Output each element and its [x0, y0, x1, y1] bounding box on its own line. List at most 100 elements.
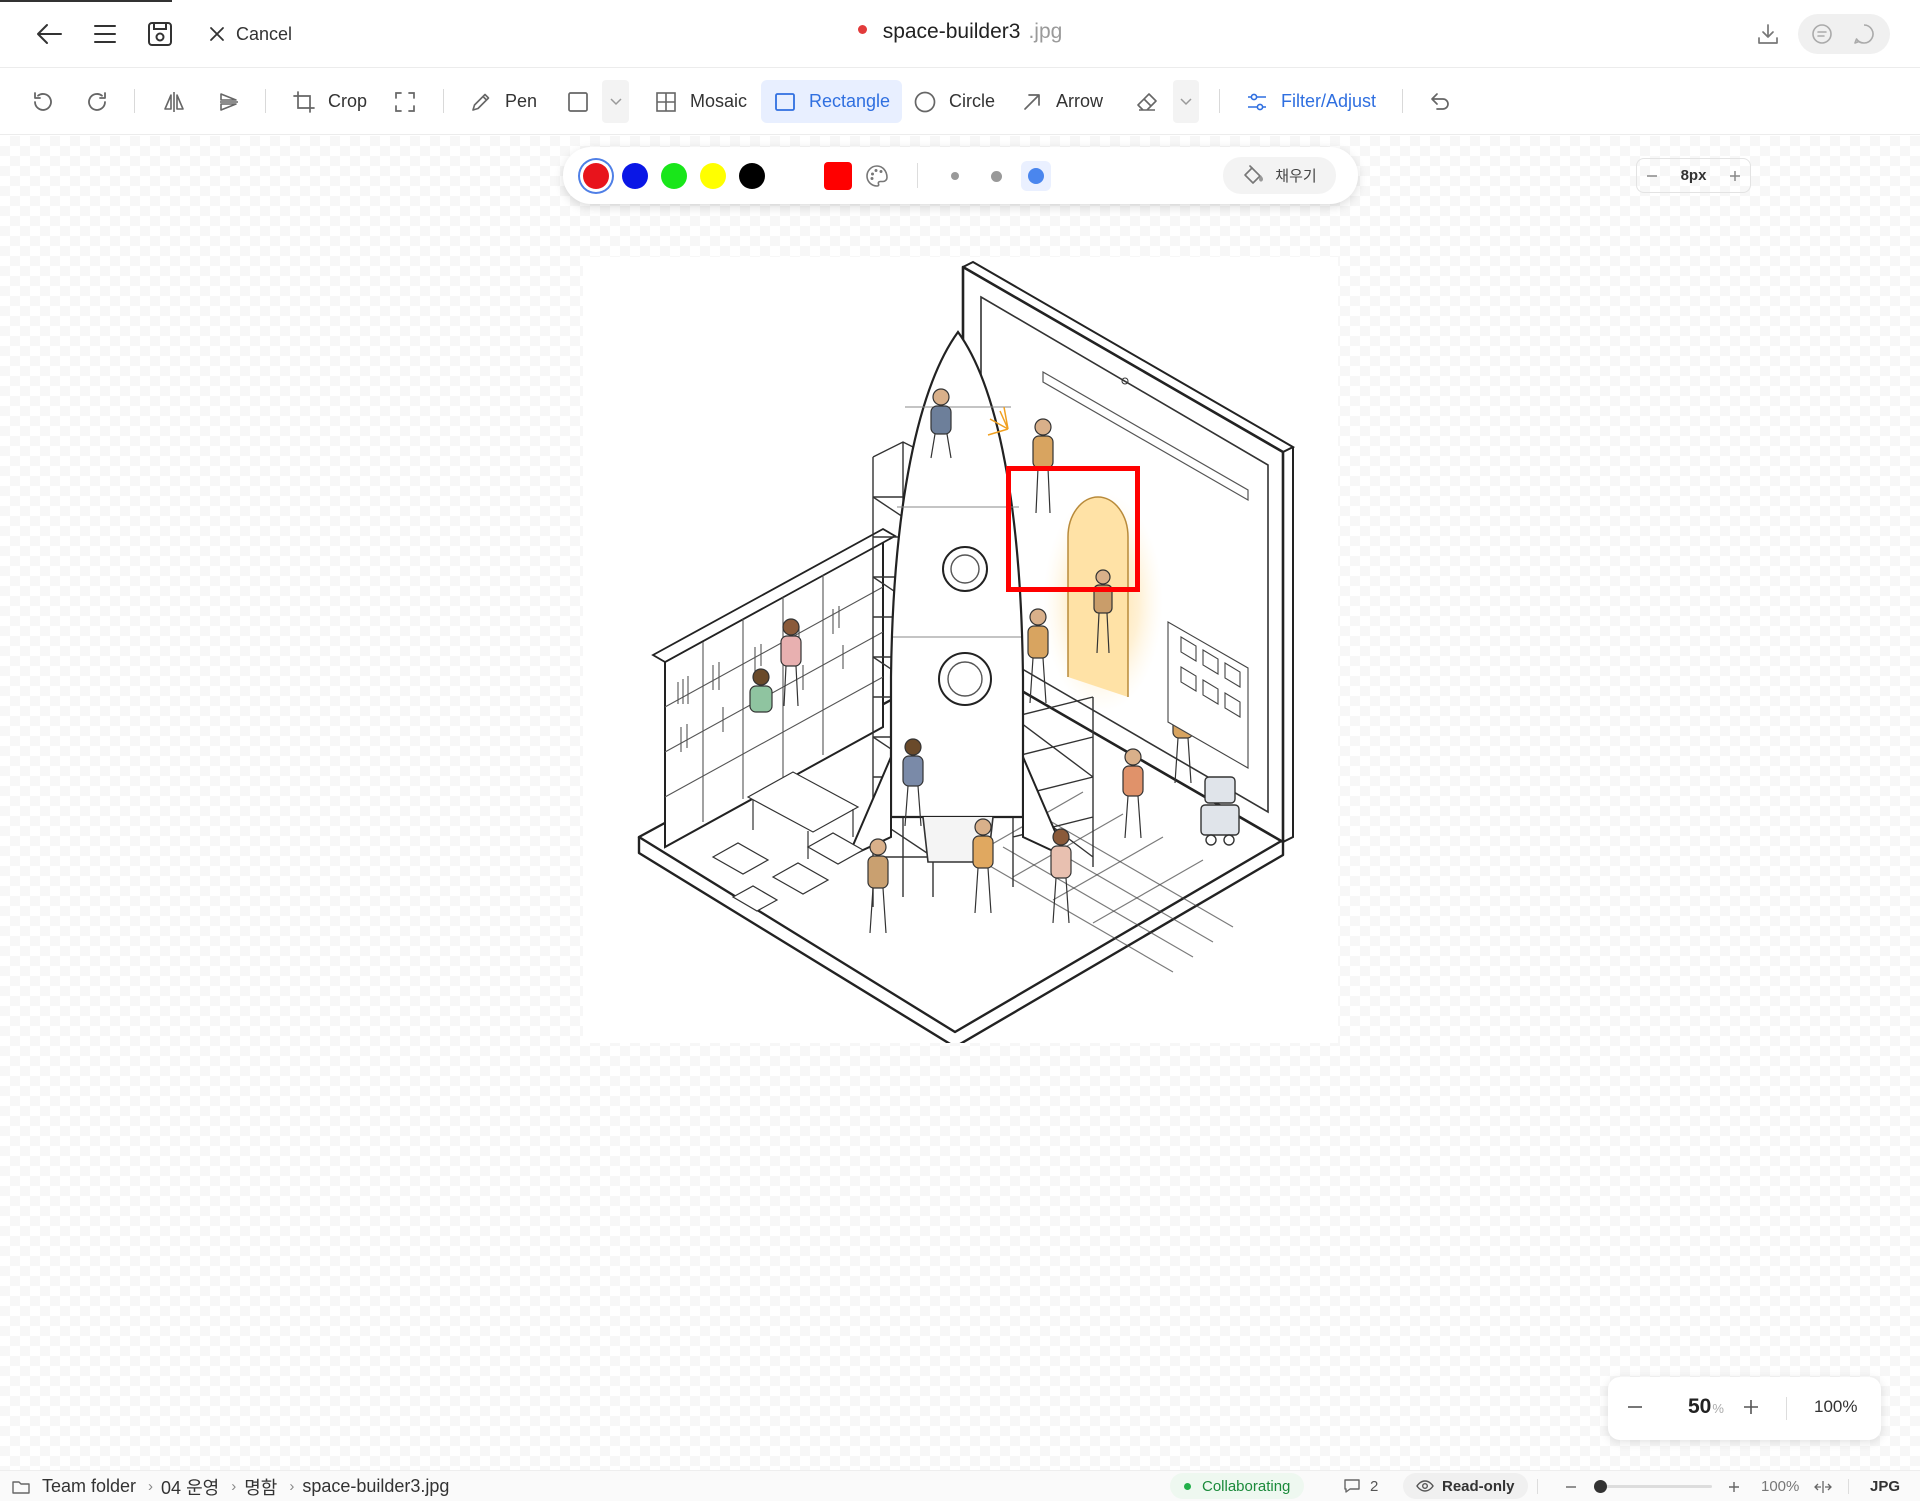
read-only-label: Read-only	[1442, 1477, 1515, 1495]
fit-width-button[interactable]	[1814, 1471, 1832, 1501]
divider	[1219, 89, 1220, 113]
color-swatch-green[interactable]	[661, 163, 687, 189]
circle-button[interactable]: Circle	[913, 80, 995, 123]
comment-icon	[1854, 24, 1874, 44]
shape-dropdown-button[interactable]	[602, 80, 629, 123]
zoom-level-value: 50	[1688, 1395, 1712, 1418]
fill-button[interactable]: 채우기	[1223, 157, 1336, 194]
comment-toggle-group	[1798, 14, 1890, 54]
revert-icon	[1431, 92, 1449, 110]
download-button[interactable]	[1753, 17, 1783, 51]
arrow-label: Arrow	[1056, 91, 1104, 111]
top-accent-line	[0, 0, 172, 2]
top-bar: Cancel space-builder3 .jpg	[0, 0, 1920, 68]
sliders-icon	[1248, 93, 1266, 110]
comment-list-icon	[1812, 24, 1832, 44]
comment-list-button[interactable]	[1810, 22, 1834, 46]
plus-icon	[1729, 170, 1740, 181]
collaborating-badge[interactable]: Collaborating	[1170, 1473, 1305, 1499]
zoom-slider-thumb[interactable]	[1594, 1480, 1607, 1493]
color-swatch-yellow[interactable]	[700, 163, 726, 189]
status-zoom-in-button[interactable]	[1727, 1471, 1741, 1501]
size-small-button[interactable]	[946, 167, 964, 185]
comment-count-button[interactable]: 2	[1343, 1473, 1378, 1499]
color-swatch-blue[interactable]	[622, 163, 648, 189]
size-decrease-button[interactable]	[1645, 169, 1659, 183]
rectangle-button[interactable]: Rectangle	[761, 80, 903, 123]
revert-button[interactable]	[1428, 80, 1464, 123]
redo-button[interactable]	[86, 80, 122, 123]
expand-icon	[395, 91, 415, 112]
breadcrumb-item[interactable]: Team folder	[42, 1476, 136, 1497]
collaborating-label: Collaborating	[1202, 1477, 1291, 1495]
mosaic-label: Mosaic	[690, 91, 748, 111]
zoom-in-button[interactable]	[1742, 1398, 1760, 1416]
zoom-slider[interactable]	[1594, 1480, 1712, 1493]
flip-horizontal-icon	[164, 91, 184, 112]
current-color-swatch[interactable]	[824, 162, 852, 190]
circle-icon	[914, 91, 936, 112]
divider	[1786, 1397, 1787, 1420]
fit-width-icon	[1814, 1480, 1832, 1493]
chevron-down-icon	[609, 97, 622, 105]
fit-screen-button[interactable]	[393, 80, 429, 123]
status-zoom-value: 100%	[1761, 1478, 1800, 1495]
file-extension: .jpg	[1028, 20, 1063, 43]
eraser-button[interactable]	[1135, 80, 1159, 123]
eraser-dropdown-button[interactable]	[1173, 80, 1199, 123]
zoom-level: 50%	[1688, 1395, 1724, 1419]
filter-adjust-label: Filter/Adjust	[1281, 91, 1377, 111]
shape-select-button[interactable]	[566, 80, 590, 123]
crop-button[interactable]: Crop	[292, 80, 367, 123]
mosaic-button[interactable]: Mosaic	[654, 80, 747, 123]
zoom-level-unit: %	[1712, 1401, 1724, 1416]
flip-vertical-button[interactable]	[217, 80, 253, 123]
pen-button[interactable]: Pen	[469, 80, 537, 123]
color-swatch-black[interactable]	[739, 163, 765, 189]
color-swatch-red[interactable]	[583, 163, 609, 189]
breadcrumb-item[interactable]: 04 운영	[161, 1474, 219, 1500]
rectangle-icon	[775, 92, 795, 111]
edited-image[interactable]	[583, 257, 1338, 1043]
minus-icon	[1566, 1485, 1576, 1488]
breadcrumb-current: space-builder3.jpg	[302, 1476, 450, 1496]
size-increase-button[interactable]	[1728, 169, 1742, 183]
unsaved-dot	[857, 24, 867, 34]
color-picker-button[interactable]	[864, 163, 890, 189]
download-icon	[1758, 24, 1778, 44]
eye-icon	[1416, 1480, 1434, 1492]
filter-adjust-button[interactable]: Filter/Adjust	[1245, 80, 1376, 123]
size-medium-button[interactable]	[986, 166, 1006, 186]
circle-label: Circle	[949, 91, 996, 111]
divider	[1537, 1479, 1538, 1494]
status-zoom-out-button[interactable]	[1564, 1471, 1578, 1501]
image-illustration	[637, 260, 1296, 1043]
minus-icon	[1647, 174, 1657, 177]
comment-icon	[1344, 1479, 1360, 1493]
zoom-reset-button[interactable]: 100%	[1814, 1397, 1857, 1417]
comment-add-button[interactable]	[1852, 22, 1876, 46]
eraser-icon	[1137, 92, 1157, 111]
divider	[134, 89, 135, 113]
pen-label: Pen	[505, 91, 538, 111]
plus-icon	[1729, 1481, 1739, 1492]
breadcrumb-item[interactable]: 명함	[244, 1474, 277, 1500]
arrow-button[interactable]: Arrow	[1020, 80, 1103, 123]
read-only-badge[interactable]: Read-only	[1403, 1473, 1528, 1499]
square-icon	[568, 91, 588, 112]
flip-vertical-icon	[220, 92, 238, 111]
fill-label: 채우기	[1275, 168, 1317, 185]
rectangle-annotation[interactable]	[1006, 466, 1140, 592]
flip-horizontal-button[interactable]	[162, 80, 198, 123]
zoom-out-button[interactable]	[1626, 1398, 1644, 1416]
divider	[443, 89, 444, 113]
grid-icon	[656, 91, 676, 112]
size-large-button[interactable]	[1021, 161, 1051, 191]
comment-count: 2	[1370, 1477, 1379, 1495]
divider	[917, 163, 918, 188]
minus-icon	[1628, 1406, 1642, 1408]
undo-button[interactable]	[30, 80, 66, 123]
chevron-right-icon: ›	[289, 1478, 295, 1495]
large-dot-icon	[1028, 168, 1044, 184]
zoom-control: 50% 100%	[1608, 1377, 1881, 1440]
